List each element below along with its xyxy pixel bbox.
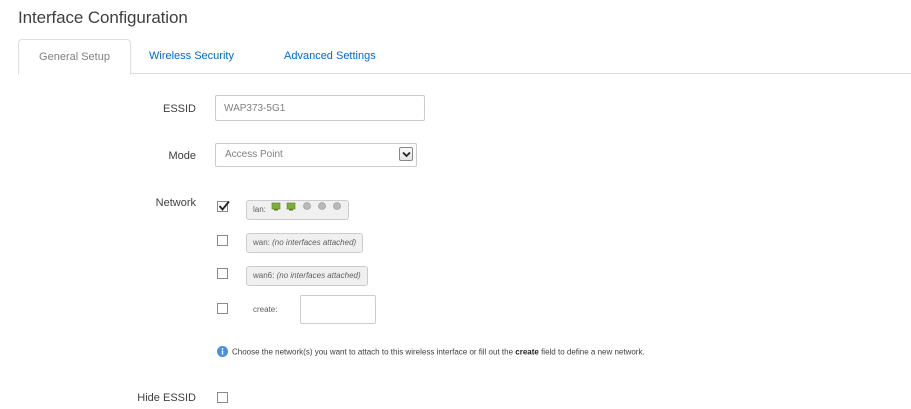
network-hint-suffix: field to define a new network. <box>541 347 645 357</box>
network-create-label: create: <box>253 305 278 314</box>
network-wan6-name: wan6: <box>253 271 275 280</box>
mode-select[interactable]: Access Point <box>215 143 417 167</box>
ethernet-port-icon <box>286 200 296 218</box>
network-wan-badge: wan: (no interfaces attached) <box>246 233 364 253</box>
network-lan-badge: lan: <box>246 200 350 220</box>
network-wan6-checkbox[interactable] <box>217 268 228 279</box>
essid-label: ESSID <box>162 103 196 115</box>
network-wan-status: (no interfaces attached) <box>272 238 357 247</box>
network-lan-checkbox[interactable] <box>217 200 230 212</box>
network-wan6-status: (no interfaces attached) <box>276 271 361 280</box>
tab-general-setup[interactable]: General Setup <box>18 39 131 75</box>
tab-advanced-settings[interactable]: Advanced Settings <box>284 39 376 74</box>
network-wan-checkbox[interactable] <box>217 235 228 246</box>
network-create-input[interactable] <box>300 295 376 324</box>
section-title: Interface Configuration <box>18 8 188 27</box>
network-hint-bold: create <box>515 347 539 357</box>
network-hint-prefix: Choose the network(s) you want to attach… <box>232 347 514 357</box>
chevron-down-icon[interactable] <box>399 147 413 161</box>
mode-select-value: Access Point <box>225 149 283 160</box>
interface-configuration-page: Interface Configuration General Setup Wi… <box>0 0 911 409</box>
hide-essid-checkbox[interactable] <box>217 392 228 403</box>
info-icon <box>217 346 228 357</box>
mode-label: Mode <box>168 150 196 162</box>
tab-bar: General Setup Wireless Security Advanced… <box>18 39 911 75</box>
network-lan-name: lan: <box>253 205 266 215</box>
wifi-port-icon <box>332 200 342 218</box>
essid-input[interactable] <box>215 95 425 121</box>
network-create-checkbox[interactable] <box>217 303 228 314</box>
hide-essid-label: Hide ESSID <box>137 392 196 404</box>
network-hint: Choose the network(s) you want to attach… <box>217 346 645 358</box>
tab-wireless-security[interactable]: Wireless Security <box>149 39 234 74</box>
wifi-port-icon <box>317 200 327 218</box>
network-wan-name: wan: <box>253 238 270 247</box>
network-wan6-badge: wan6: (no interfaces attached) <box>246 266 368 286</box>
wifi-port-icon <box>302 200 312 218</box>
network-label: Network <box>155 197 196 209</box>
ethernet-port-icon <box>271 200 281 218</box>
